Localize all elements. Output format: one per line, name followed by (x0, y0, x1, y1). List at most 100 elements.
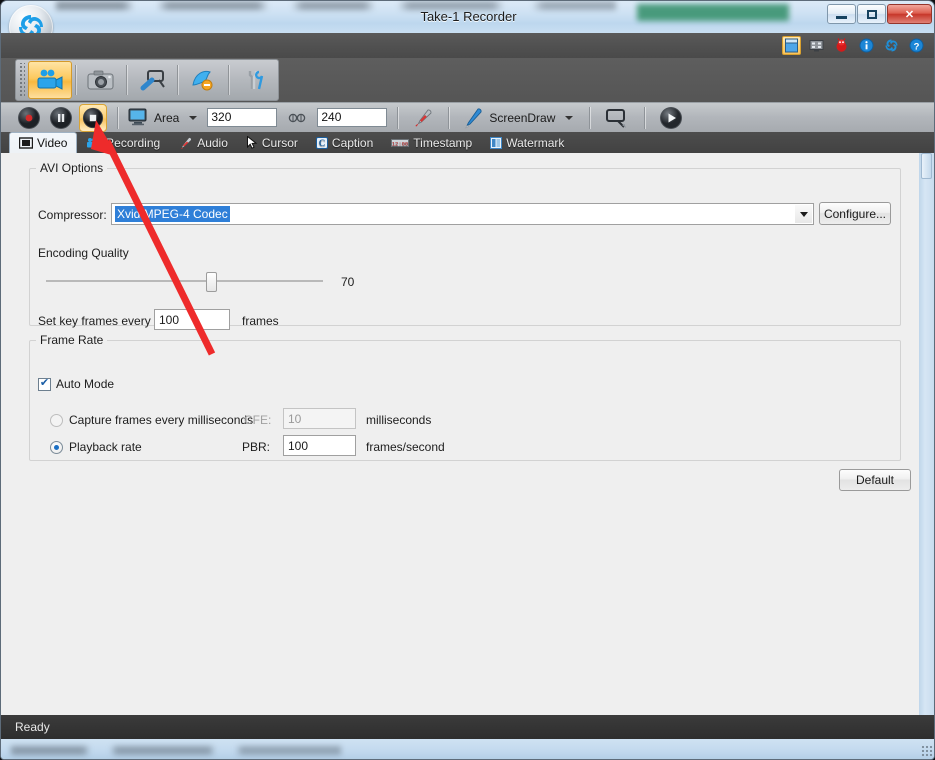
compressor-combobox[interactable]: Xvid MPEG-4 Codec (111, 203, 814, 225)
toolbar-divider (228, 65, 229, 95)
capture-frames-label: Capture frames every milliseconds (69, 413, 254, 427)
quick-toolbar-strip: ? (1, 33, 934, 58)
compressor-dropdown-arrow[interactable] (795, 205, 812, 223)
tab-audio-label: Audio (197, 135, 228, 150)
tab-cursor-label: Cursor (261, 135, 298, 150)
settings-tab-strip: Video Recording Audio Cursor C Caption 1… (1, 132, 934, 153)
toolbar-grip-handle[interactable] (18, 63, 25, 97)
playback-rate-radio-row[interactable]: Playback rate (50, 440, 142, 454)
redacted-green-label (637, 4, 789, 21)
callout-button[interactable] (605, 107, 629, 129)
microphone-icon (178, 137, 193, 149)
tab-recording-label: Recording (105, 135, 161, 150)
playback-rate-radio[interactable] (50, 440, 63, 454)
camcorder-icon (86, 137, 101, 149)
radio-dot (54, 444, 59, 450)
area-height-input[interactable]: 240 (317, 108, 388, 127)
toolbar-divider (177, 65, 178, 95)
toolbar-divider (448, 106, 450, 129)
pbr-input[interactable]: 100 (283, 435, 356, 456)
close-button[interactable]: ✕ (887, 4, 932, 24)
pbr-unit-label: frames/second (366, 440, 445, 454)
screenshot-camera-mode-button[interactable] (79, 61, 123, 99)
tab-caption[interactable]: C Caption (307, 132, 382, 153)
tab-recording[interactable]: Recording (77, 132, 169, 153)
record-toolbar: Area 320 240 ScreenDraw (1, 102, 934, 132)
encoding-quality-label: Encoding Quality (38, 246, 129, 260)
screendraw-label: ScreenDraw (489, 110, 556, 125)
svg-text:12:00: 12:00 (392, 140, 409, 147)
toolbar-divider (75, 65, 76, 95)
tab-audio[interactable]: Audio (169, 132, 237, 153)
pause-button[interactable] (47, 104, 75, 132)
minimize-button[interactable] (827, 4, 856, 24)
tab-video[interactable]: Video (9, 132, 78, 153)
screen-draw-mode-button[interactable] (181, 61, 225, 99)
toolbar-band: Area 320 240 ScreenDraw (1, 58, 934, 132)
avi-options-group: AVI Options Compressor: Xvid MPEG-4 Code… (29, 161, 901, 330)
microphone-button[interactable] (412, 107, 434, 129)
capture-frames-radio-row[interactable]: Capture frames every milliseconds (50, 413, 253, 427)
timestamp-icon: 12:00 (391, 138, 410, 148)
panel-window-icon[interactable] (782, 36, 801, 55)
redacted-bottom-strip (11, 746, 341, 755)
toolbar-divider (117, 106, 118, 129)
watermark-icon (490, 136, 503, 149)
encoding-quality-slider[interactable] (46, 272, 323, 292)
screen-capture-icon[interactable] (807, 36, 826, 55)
tab-watermark[interactable]: Watermark (481, 132, 573, 153)
keyframe-unit-label: frames (242, 314, 279, 328)
cfe-unit-label: milliseconds (366, 413, 432, 427)
default-button[interactable]: Default (839, 469, 911, 491)
caption-icon: C (315, 136, 328, 149)
slider-thumb[interactable] (206, 272, 217, 292)
cfe-label: CFE: (244, 413, 272, 427)
resize-grip-icon[interactable] (921, 745, 933, 757)
bug-report-icon[interactable] (832, 36, 851, 55)
video-recorder-mode-button[interactable] (28, 61, 72, 99)
frame-rate-group: Frame Rate ✔ Auto Mode Capture frames ev… (29, 333, 901, 461)
cfe-input[interactable]: 10 (283, 408, 356, 429)
area-width-input[interactable]: 320 (207, 108, 278, 127)
info-icon[interactable] (857, 36, 876, 55)
play-button[interactable] (659, 106, 683, 130)
film-icon (19, 137, 33, 149)
about-logo-icon[interactable] (882, 36, 901, 55)
frame-rate-legend: Frame Rate (40, 333, 104, 347)
toolbar-divider (397, 106, 399, 129)
screen-magnifier-mode-button[interactable] (130, 61, 174, 99)
maximize-button[interactable] (857, 4, 886, 24)
window-controls: ✕ (827, 4, 932, 24)
help-icon[interactable]: ? (907, 36, 926, 55)
maximize-icon (866, 9, 877, 19)
encoding-quality-value: 70 (341, 275, 355, 289)
tab-video-label: Video (37, 136, 68, 150)
scrollbar-thumb[interactable] (921, 153, 932, 179)
quick-icon-group: ? (782, 36, 926, 55)
compressor-label: Compressor: (38, 208, 107, 222)
tab-watermark-label: Watermark (506, 135, 565, 150)
avi-options-legend: AVI Options (40, 161, 104, 175)
svg-text:?: ? (914, 41, 920, 52)
keyframe-input[interactable]: 100 (154, 309, 230, 330)
checkmark-icon: ✔ (39, 377, 50, 389)
redacted-top-strip (56, 1, 616, 10)
tools-settings-mode-button[interactable] (232, 61, 276, 99)
tab-cursor[interactable]: Cursor (237, 132, 307, 153)
chevron-down-icon (799, 211, 808, 217)
tab-timestamp[interactable]: 12:00 Timestamp (382, 132, 481, 153)
auto-mode-checkbox[interactable]: ✔ (38, 377, 51, 391)
capture-frames-radio[interactable] (50, 413, 63, 427)
lock-aspect-ratio-icon[interactable] (288, 112, 306, 124)
screendraw-pen-icon[interactable] (461, 107, 483, 129)
screendraw-dropdown-caret-icon[interactable] (565, 115, 574, 120)
video-settings-panel: AVI Options Compressor: Xvid MPEG-4 Code… (1, 153, 921, 729)
configure-button[interactable]: Configure... (819, 202, 891, 225)
stop-button[interactable] (79, 103, 107, 132)
vertical-scrollbar[interactable] (919, 153, 934, 729)
auto-mode-checkbox-row[interactable]: ✔ Auto Mode (38, 377, 114, 391)
status-bar: Ready (1, 715, 934, 739)
area-dropdown-caret-icon[interactable] (189, 115, 198, 120)
record-button[interactable] (15, 104, 43, 132)
window-bottom-bar (1, 739, 934, 759)
